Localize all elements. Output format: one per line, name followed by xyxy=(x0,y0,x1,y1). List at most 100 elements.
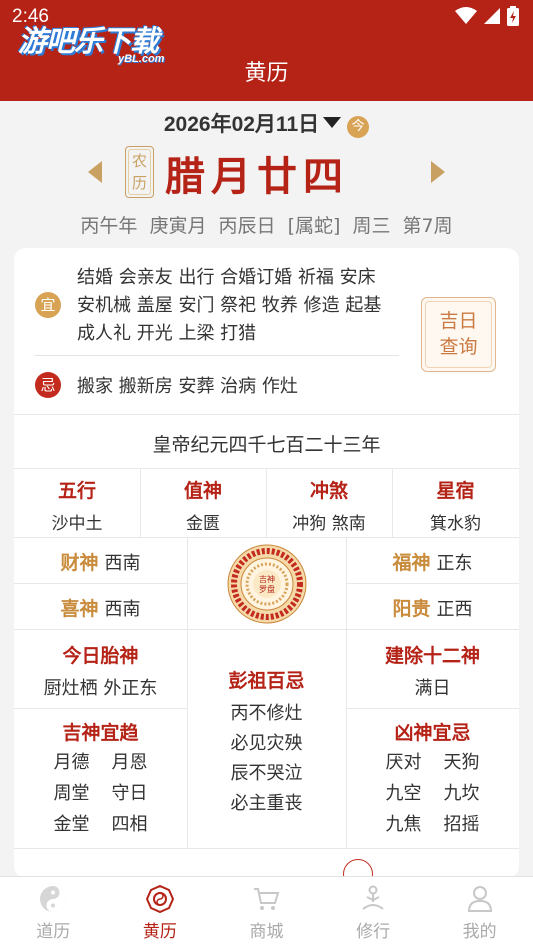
date-selector[interactable]: 2026年02月11日 今 xyxy=(0,108,533,138)
xishen-title: 喜神 xyxy=(60,598,99,620)
xiongshen-item: 天狗 xyxy=(443,752,480,773)
ji-badge: 忌 xyxy=(35,372,61,398)
fushen-cell: 福神 正东 xyxy=(346,548,519,575)
jishen-item: 守日 xyxy=(111,783,148,804)
fushen-value: 正东 xyxy=(436,553,473,574)
lunar-row: 农 历 腊月廿四 xyxy=(0,142,533,202)
ganzhi-row: 丙午年 庚寅月 丙辰日 [属蛇] 周三 第7周 xyxy=(0,211,533,238)
jianchu-cell: 建除十二神 满日 xyxy=(346,641,519,700)
nongli-label: 农 历 xyxy=(125,146,154,198)
taishen-cell: 今日胎神 厨灶栖 外正东 xyxy=(14,641,187,700)
nav-label-xiuxing: 修行 xyxy=(356,922,391,942)
xiongshen-item: 厌对 xyxy=(385,752,422,773)
nav-item-wode[interactable]: 我的 xyxy=(426,877,533,948)
ganzhi-month: 庚寅月 xyxy=(149,215,207,237)
nav-item-xiuxing[interactable]: 修行 xyxy=(320,877,427,948)
yi-line: 成人礼 开光 上梁 打猎 xyxy=(77,323,257,344)
pengzu-title: 彭祖百忌 xyxy=(228,670,305,692)
meditation-icon xyxy=(362,885,384,910)
jishen-item: 金堂 xyxy=(53,814,90,835)
xishen-cell: 喜神 西南 xyxy=(14,594,187,621)
jianchu-title: 建除十二神 xyxy=(384,645,480,667)
chongsha-value: 冲狗 煞南 xyxy=(292,514,366,534)
compass-center-line1: 吉神 xyxy=(259,574,275,584)
app-header: 2:46 游吧乐下载 yBL.com 黄历 xyxy=(0,0,533,101)
nav-item-huangli[interactable]: 黄历 xyxy=(107,877,214,948)
lunar-date: 腊月廿四 xyxy=(165,153,349,200)
xiongshen-title: 凶神宜忌 xyxy=(394,722,471,744)
nav-label-shangcheng: 商城 xyxy=(249,922,284,942)
nav-label-wode: 我的 xyxy=(462,922,497,942)
divider xyxy=(14,414,519,415)
divider xyxy=(14,848,519,849)
caishen-title: 财神 xyxy=(60,552,99,574)
ganzhi-year: 丙午年 xyxy=(80,215,138,237)
nav-label-daoli: 道历 xyxy=(36,922,71,942)
pengzu-line: 必见灾殃 xyxy=(230,733,303,754)
caret-down-icon[interactable] xyxy=(323,117,342,128)
caishen-cell: 财神 西南 xyxy=(14,548,187,575)
nav-item-daoli[interactable]: 道历 xyxy=(0,877,107,948)
yi-list: 结婚 会亲友 出行 合婚订婚 祈福 安床 安机械 盖屋 安门 祭祀 牧养 修造 … xyxy=(77,264,407,348)
prev-day-icon[interactable] xyxy=(88,161,102,183)
wuxing-title: 五行 xyxy=(57,480,96,502)
pengzu-line: 必主重丧 xyxy=(230,793,303,814)
chongsha-title: 冲煞 xyxy=(309,480,348,502)
ji-list: 搬家 搬新房 安葬 治病 作灶 xyxy=(77,376,298,397)
zhishen-title: 值神 xyxy=(183,480,222,502)
era-text: 皇帝纪元四千七百二十三年 xyxy=(152,434,381,456)
signal-icon xyxy=(484,8,500,24)
xingxiu-value: 箕水豹 xyxy=(430,514,481,534)
pengzu-list: 丙不修灶 必见灾殃 辰不哭泣 必主重丧 xyxy=(187,699,346,819)
xiongshen-cell: 凶神宜忌 厌对 天狗 九空 九坎 九焦 招摇 xyxy=(346,718,519,840)
xingxiu-title: 星宿 xyxy=(436,480,475,502)
xiongshen-list: 厌对 天狗 九空 九坎 九焦 招摇 xyxy=(346,747,519,840)
nongli-label-top: 农 xyxy=(131,152,147,170)
nav-item-shangcheng[interactable]: 商城 xyxy=(213,877,320,948)
date-text[interactable]: 2026年02月11日 xyxy=(164,113,319,136)
pengzu-line: 丙不修灶 xyxy=(230,703,303,724)
divider xyxy=(14,708,187,709)
yanggui-cell: 阳贵 正西 xyxy=(346,594,519,621)
wuxing-cell: 五行 沙中土 xyxy=(14,476,140,534)
bottom-nav: 道历 黄历 商城 修行 我的 xyxy=(0,876,533,948)
nav-label-huangli: 黄历 xyxy=(142,922,177,942)
yanggui-value: 正西 xyxy=(436,599,473,620)
taishen-value: 厨灶栖 外正东 xyxy=(43,678,158,699)
today-button[interactable]: 今 xyxy=(347,116,370,138)
pengzu-cell: 彭祖百忌 丙不修灶 必见灾殃 辰不哭泣 必主重丧 xyxy=(187,666,346,819)
divider xyxy=(346,708,519,709)
xingxiu-cell: 星宿 箕水豹 xyxy=(392,476,519,534)
taishen-title: 今日胎神 xyxy=(62,645,139,667)
next-day-icon[interactable] xyxy=(431,161,445,183)
jiri-button-line2: 查询 xyxy=(439,336,478,358)
yi-line: 结婚 会亲友 出行 合婚订婚 祈福 安床 xyxy=(77,267,376,288)
jishen-cell: 吉神宜趋 月德 月恩 周堂 守日 金堂 四相 xyxy=(14,718,187,840)
zodiac: [属蛇] xyxy=(287,215,341,237)
weekday: 周三 xyxy=(352,215,391,237)
almanac-card: 宜 结婚 会亲友 出行 合婚订婚 祈福 安床 安机械 盖屋 安门 祭祀 牧养 修… xyxy=(14,248,519,878)
compass-icon[interactable]: 吉神 罗盘 xyxy=(227,544,307,624)
zhishen-cell: 值神 金匮 xyxy=(140,476,266,534)
status-icons xyxy=(455,6,519,26)
nongli-label-bottom: 历 xyxy=(131,174,147,192)
user-icon xyxy=(467,886,492,912)
pengzu-line: 辰不哭泣 xyxy=(230,763,303,784)
divider xyxy=(14,629,519,630)
yin-yang-icon xyxy=(40,886,67,912)
xishen-value: 西南 xyxy=(104,599,141,620)
bagua-icon xyxy=(145,885,174,913)
jishen-item: 周堂 xyxy=(53,783,90,804)
xiongshen-item: 九空 xyxy=(385,783,422,804)
jishen-title: 吉神宜趋 xyxy=(62,722,139,744)
divider xyxy=(34,355,399,356)
wifi-icon xyxy=(455,7,477,24)
chongsha-cell: 冲煞 冲狗 煞南 xyxy=(266,476,392,534)
ganzhi-day: 丙辰日 xyxy=(218,215,276,237)
jiri-button-line1: 吉日 xyxy=(439,310,478,332)
auspicious-day-query-button[interactable]: 吉日 查询 xyxy=(421,297,496,372)
page-title: 黄历 xyxy=(244,61,289,86)
caishen-value: 西南 xyxy=(104,553,141,574)
divider xyxy=(346,583,519,584)
xiongshen-item: 九焦 xyxy=(385,814,422,835)
